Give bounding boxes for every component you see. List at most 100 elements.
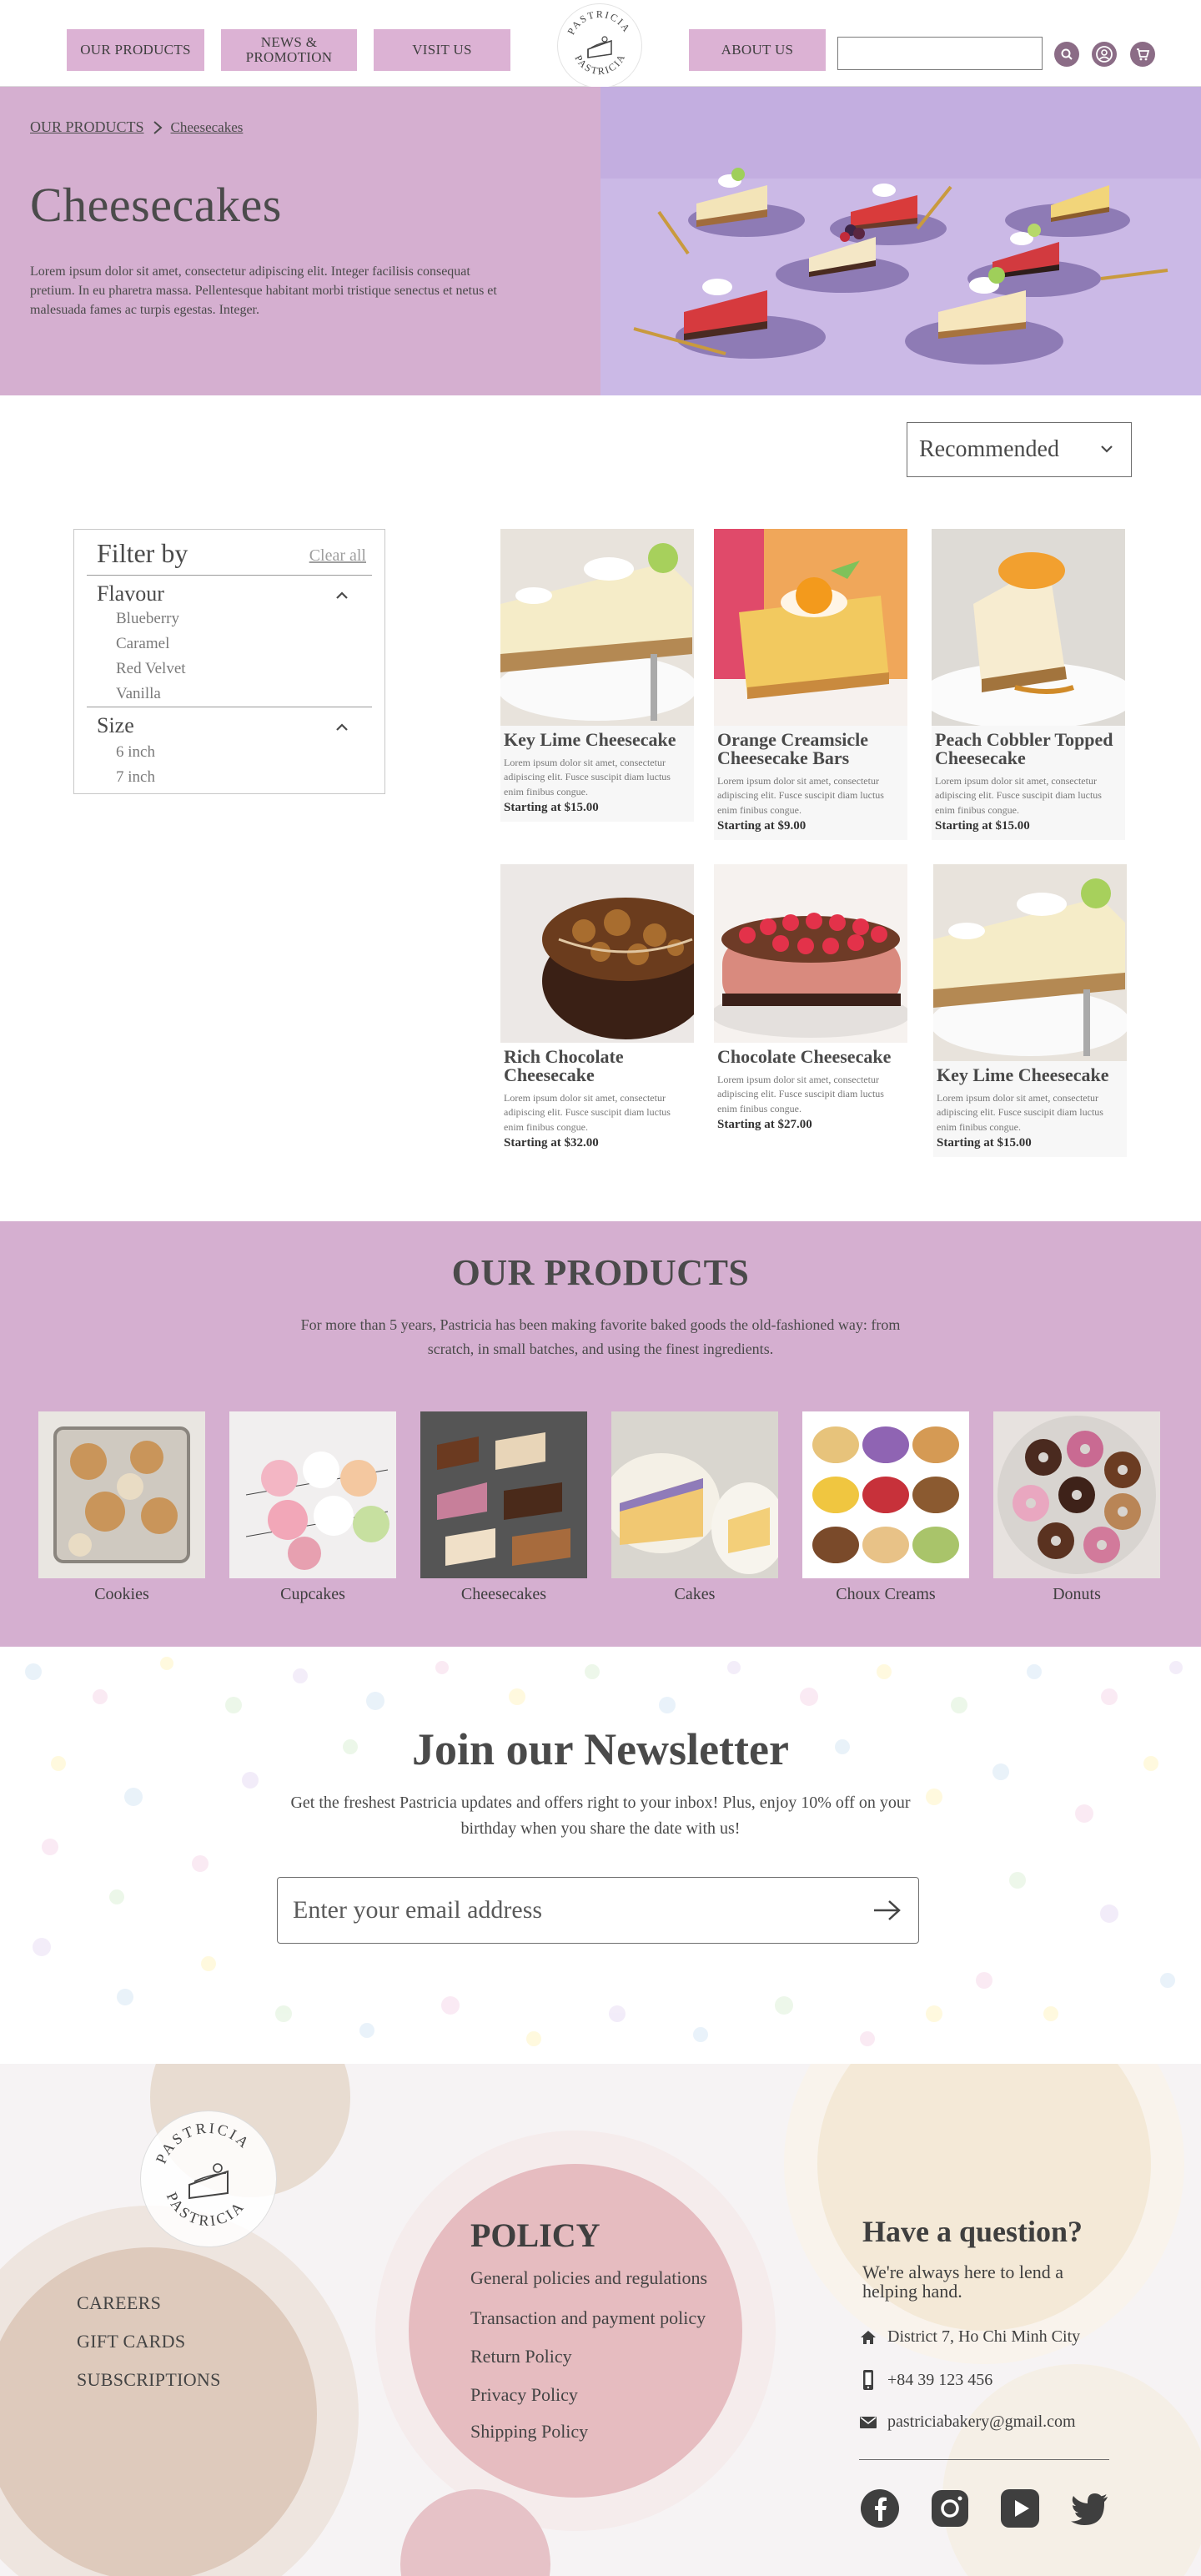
newsletter-email-input[interactable] <box>277 1877 919 1944</box>
product-price: Starting at $9.00 <box>717 819 807 833</box>
category-label: Cakes <box>674 1585 716 1603</box>
filter-option-7-inch[interactable]: 7 inch <box>116 768 155 787</box>
contact-address: District 7, Ho Chi Minh City <box>859 2327 1080 2347</box>
clear-all-link[interactable]: Clear all <box>309 546 366 566</box>
product-price: Starting at $32.00 <box>504 1136 599 1150</box>
filter-title: Filter by <box>97 538 188 568</box>
product-image <box>933 864 1127 1061</box>
youtube-icon[interactable] <box>999 2488 1041 2529</box>
svg-text:PASTRICIA: PASTRICIA <box>153 2120 254 2166</box>
category-label: Cupcakes <box>280 1585 345 1603</box>
footer-logo[interactable]: PASTRICIA PASTRICIA <box>140 2111 277 2247</box>
chevron-up-icon[interactable] <box>334 722 349 732</box>
footer-link-subscriptions[interactable]: SUBSCRIPTIONS <box>77 2369 221 2391</box>
product-description: Lorem ipsum dolor sit amet, consectetur … <box>504 1092 671 1133</box>
logo-emblem: PASTRICIA PASTRICIA <box>565 8 633 77</box>
newsletter-description: Get the freshest Pastricia updates and o… <box>290 1794 911 1838</box>
filter-panel: Filter by Clear all Flavour Blueberry Ca… <box>73 529 385 794</box>
nav-visit-us[interactable]: VISIT US <box>374 29 510 71</box>
sort-selected-label: Recommended <box>919 436 1059 462</box>
product-description: Lorem ipsum dolor sit amet, consectetur … <box>717 775 884 816</box>
policy-link-shipping[interactable]: Shipping Policy <box>470 2421 588 2443</box>
brand-logo[interactable]: PASTRICIA PASTRICIA <box>557 3 642 88</box>
filter-option-vanilla[interactable]: Vanilla <box>116 685 161 703</box>
product-price: Starting at $15.00 <box>504 801 599 815</box>
hero-banner: OUR PRODUCTS Cheesecakes Cheesecakes Lor… <box>0 87 1201 395</box>
product-card[interactable]: Orange Creamsicle Cheesecake Bars Lorem … <box>714 529 907 841</box>
category-cakes[interactable]: Cakes <box>611 1411 778 1604</box>
category-cupcakes[interactable]: Cupcakes <box>229 1411 396 1604</box>
category-choux-creams[interactable]: Choux Creams <box>802 1411 969 1604</box>
policy-link-general[interactable]: General policies and regulations <box>470 2267 707 2289</box>
site-footer: PASTRICIA PASTRICIA CAREERS GIFT CARDS S… <box>0 2064 1201 2576</box>
category-label: Cookies <box>94 1585 149 1603</box>
product-description: Lorem ipsum dolor sit amet, consectetur … <box>935 775 1102 816</box>
search-input[interactable] <box>837 37 1043 70</box>
phone-icon <box>863 2370 873 2390</box>
footer-link-gift-cards[interactable]: GIFT CARDS <box>77 2331 185 2352</box>
category-label: Choux Creams <box>836 1585 936 1603</box>
chevron-down-icon <box>1101 445 1113 453</box>
user-icon[interactable] <box>1092 42 1117 67</box>
category-image <box>802 1411 969 1578</box>
filter-option-blueberry[interactable]: Blueberry <box>116 610 179 628</box>
category-image <box>38 1411 205 1578</box>
product-name[interactable]: Key Lime Cheesecake <box>504 731 691 749</box>
site-header: OUR PRODUCTS NEWS & PROMOTION VISIT US P… <box>0 0 1201 88</box>
cart-icon[interactable] <box>1130 42 1155 67</box>
our-products-title: OUR PRODUCTS <box>451 1252 750 1293</box>
nav-about-us[interactable]: ABOUT US <box>689 29 826 71</box>
nav-news-promotion[interactable]: NEWS & PROMOTION <box>221 29 357 71</box>
product-name[interactable]: Orange Creamsicle Cheesecake Bars <box>717 731 904 767</box>
sort-dropdown[interactable]: Recommended <box>907 422 1132 477</box>
svg-text:PASTRICIA: PASTRICIA <box>565 8 633 37</box>
filter-group-flavour[interactable]: Flavour <box>97 581 164 606</box>
facebook-icon[interactable] <box>859 2488 901 2529</box>
email-text: pastriciabakery@gmail.com <box>887 2412 1076 2431</box>
question-subtitle: We're always here to lend a helping hand… <box>862 2262 1064 2302</box>
category-label: Cheesecakes <box>460 1585 547 1603</box>
breadcrumb-cheesecakes[interactable]: Cheesecakes <box>171 119 244 136</box>
breadcrumb-our-products[interactable]: OUR PRODUCTS <box>30 118 144 136</box>
twitter-icon[interactable] <box>1069 2488 1111 2529</box>
chevron-up-icon[interactable] <box>334 590 349 600</box>
filter-option-red-velvet[interactable]: Red Velvet <box>116 660 186 678</box>
product-card[interactable]: Peach Cobbler Topped Cheesecake Lorem ip… <box>932 529 1125 841</box>
instagram-icon[interactable] <box>929 2488 971 2529</box>
footer-link-careers[interactable]: CAREERS <box>77 2292 161 2314</box>
product-card[interactable]: Key Lime Cheesecake Lorem ipsum dolor si… <box>933 864 1127 1158</box>
product-price: Starting at $15.00 <box>935 819 1030 833</box>
product-card[interactable]: Key Lime Cheesecake Lorem ipsum dolor si… <box>500 529 694 823</box>
filter-option-6-inch[interactable]: 6 inch <box>116 743 155 762</box>
product-image <box>714 864 907 1043</box>
category-cookies[interactable]: Cookies <box>38 1411 205 1604</box>
arrow-right-icon[interactable] <box>872 1899 902 1922</box>
search-icon[interactable] <box>1054 42 1079 67</box>
policy-link-transaction[interactable]: Transaction and payment policy <box>470 2307 706 2329</box>
product-card[interactable]: Chocolate Cheesecake Lorem ipsum dolor s… <box>714 864 907 1139</box>
contact-email[interactable]: pastriciabakery@gmail.com <box>859 2412 1076 2432</box>
category-cheesecakes[interactable]: Cheesecakes <box>420 1411 587 1604</box>
phone-text: +84 39 123 456 <box>887 2370 993 2389</box>
filter-group-size[interactable]: Size <box>97 713 134 738</box>
category-donuts[interactable]: Donuts <box>993 1411 1160 1604</box>
product-price: Starting at $27.00 <box>717 1118 812 1132</box>
product-image <box>932 529 1125 726</box>
policy-link-privacy[interactable]: Privacy Policy <box>470 2384 578 2406</box>
product-name[interactable]: Chocolate Cheesecake <box>717 1048 904 1066</box>
footer-divider <box>859 2459 1109 2460</box>
page-title: Cheesecakes <box>30 178 282 232</box>
product-name[interactable]: Peach Cobbler Topped Cheesecake <box>935 731 1122 767</box>
newsletter-section: Join our Newsletter Get the freshest Pas… <box>0 1647 1201 2064</box>
product-name[interactable]: Rich Chocolate Cheesecake <box>504 1048 691 1084</box>
product-description: Lorem ipsum dolor sit amet, consectetur … <box>937 1092 1103 1133</box>
product-card[interactable]: Rich Chocolate Cheesecake Lorem ipsum do… <box>500 864 694 1157</box>
product-description: Lorem ipsum dolor sit amet, consectetur … <box>504 757 671 797</box>
contact-phone[interactable]: +84 39 123 456 <box>859 2369 992 2391</box>
filter-option-caramel[interactable]: Caramel <box>116 635 169 653</box>
product-name[interactable]: Key Lime Cheesecake <box>937 1066 1123 1084</box>
policy-link-return[interactable]: Return Policy <box>470 2346 572 2367</box>
our-products-section: OUR PRODUCTS For more than 5 years, Past… <box>0 1221 1201 1647</box>
nav-our-products[interactable]: OUR PRODUCTS <box>67 29 204 71</box>
chevron-right-icon <box>153 120 163 134</box>
